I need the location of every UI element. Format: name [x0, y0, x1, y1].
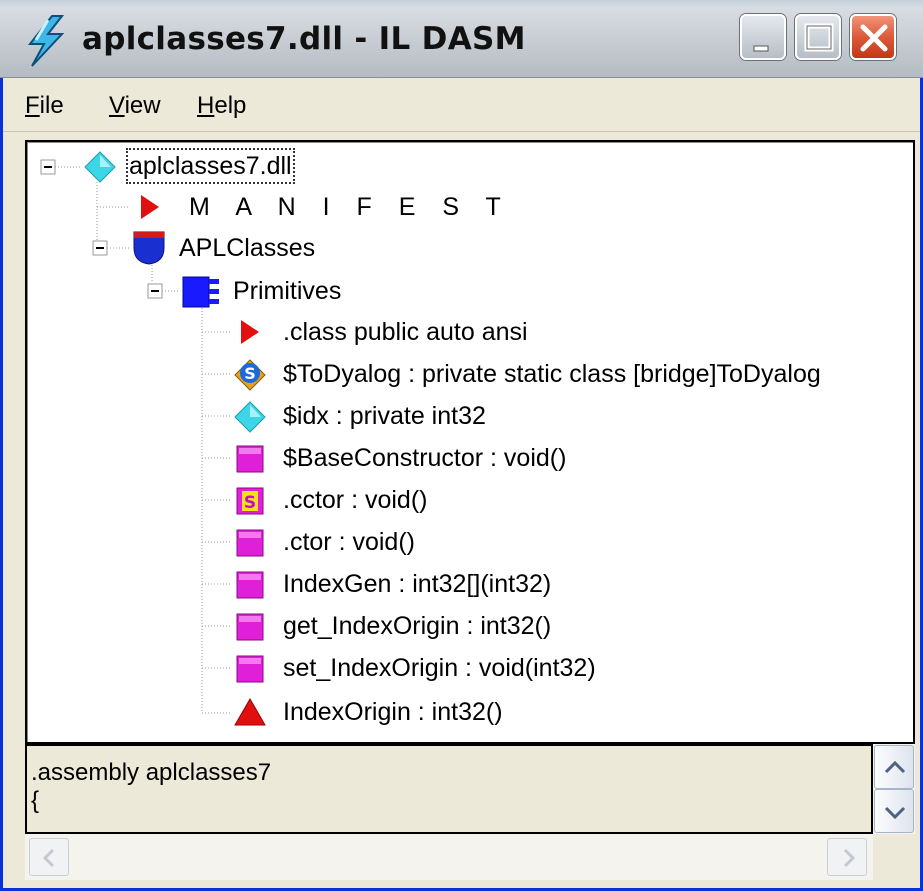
lightning-bolt-icon — [27, 15, 65, 67]
cyan-diamond-icon — [234, 401, 266, 433]
title-bar[interactable]: aplclasses7.dll - IL DASM — [0, 0, 923, 78]
app-window: aplclasses7.dll - IL DASM File View Help — [0, 0, 923, 891]
assembly-tree[interactable]: aplclasses7.dll M A N I F E S T APLClass… — [25, 140, 915, 744]
tree-node-method-ctor[interactable]: .ctor : void() — [283, 525, 415, 559]
info-line: .assembly aplclasses7 — [31, 759, 272, 786]
menu-view[interactable]: View — [109, 90, 161, 122]
menu-bar: File View Help — [3, 80, 920, 132]
tree-node-namespace[interactable]: APLClasses — [179, 231, 315, 265]
static-method-icon: S — [236, 487, 264, 515]
method-icon — [236, 445, 264, 473]
svg-text:S: S — [244, 493, 256, 513]
scroll-up-button[interactable] — [874, 745, 914, 789]
scroll-left-button[interactable] — [29, 838, 69, 876]
window-title: aplclasses7.dll - IL DASM — [82, 21, 526, 57]
svg-text:S: S — [244, 364, 256, 383]
method-icon — [236, 529, 264, 557]
tree-node-field-todyalog[interactable]: $ToDyalog : private static class [bridge… — [283, 357, 821, 391]
tree-node-manifest[interactable]: M A N I F E S T — [189, 190, 511, 224]
info-vertical-scrollbar[interactable] — [873, 744, 915, 834]
class-icon — [182, 276, 219, 308]
property-icon — [234, 697, 266, 726]
menu-view-label: iew — [124, 92, 161, 119]
tree-node-assembly[interactable]: aplclasses7.dll — [126, 148, 295, 184]
chevron-up-icon — [884, 760, 906, 774]
tree-node-class-decl[interactable]: .class public auto ansi — [283, 315, 528, 349]
red-triangle-right-icon — [141, 195, 159, 219]
minimize-icon — [753, 45, 769, 52]
menu-file-label: ile — [39, 92, 64, 119]
chevron-left-icon — [42, 848, 55, 868]
maximize-button[interactable] — [795, 14, 841, 60]
static-field-icon: S — [234, 359, 266, 391]
tree-node-method-get-indexorigin[interactable]: get_IndexOrigin : int32() — [283, 609, 551, 643]
scroll-right-button[interactable] — [827, 838, 867, 876]
tree-node-class[interactable]: Primitives — [233, 274, 341, 308]
menu-help-accel: H — [197, 92, 215, 119]
scroll-down-button[interactable] — [874, 789, 914, 833]
menu-file[interactable]: File — [25, 90, 64, 122]
red-triangle-right-icon — [241, 320, 259, 344]
chevron-down-icon — [884, 806, 906, 820]
chevron-right-icon — [843, 848, 856, 868]
menu-file-accel: F — [25, 92, 40, 119]
info-pane[interactable]: .assembly aplclasses7 { — [25, 744, 873, 834]
tree-node-method-baseconstructor[interactable]: $BaseConstructor : void() — [283, 441, 566, 475]
menu-help-label: elp — [214, 92, 247, 119]
minimize-button[interactable] — [740, 14, 786, 60]
close-icon — [860, 24, 888, 52]
info-horizontal-scrollbar[interactable] — [25, 834, 873, 880]
method-icon — [236, 655, 264, 683]
close-button[interactable] — [850, 14, 896, 60]
tree-node-method-set-indexorigin[interactable]: set_IndexOrigin : void(int32) — [283, 651, 596, 685]
tree-node-method-cctor[interactable]: .cctor : void() — [283, 483, 427, 517]
scrollbar-corner — [873, 834, 915, 880]
menu-view-accel: V — [109, 92, 125, 119]
tree-node-method-indexgen[interactable]: IndexGen : int32[](int32) — [283, 567, 551, 601]
cyan-diamond-icon — [84, 151, 116, 183]
info-line: { — [31, 787, 40, 814]
tree-node-field-idx[interactable]: $idx : private int32 — [283, 399, 486, 433]
namespace-shield-icon — [133, 231, 165, 265]
menu-help[interactable]: Help — [197, 90, 246, 122]
maximize-icon — [804, 23, 834, 52]
tree-node-property-indexorigin[interactable]: IndexOrigin : int32() — [283, 695, 503, 729]
method-icon — [236, 613, 264, 641]
method-icon — [236, 571, 264, 599]
